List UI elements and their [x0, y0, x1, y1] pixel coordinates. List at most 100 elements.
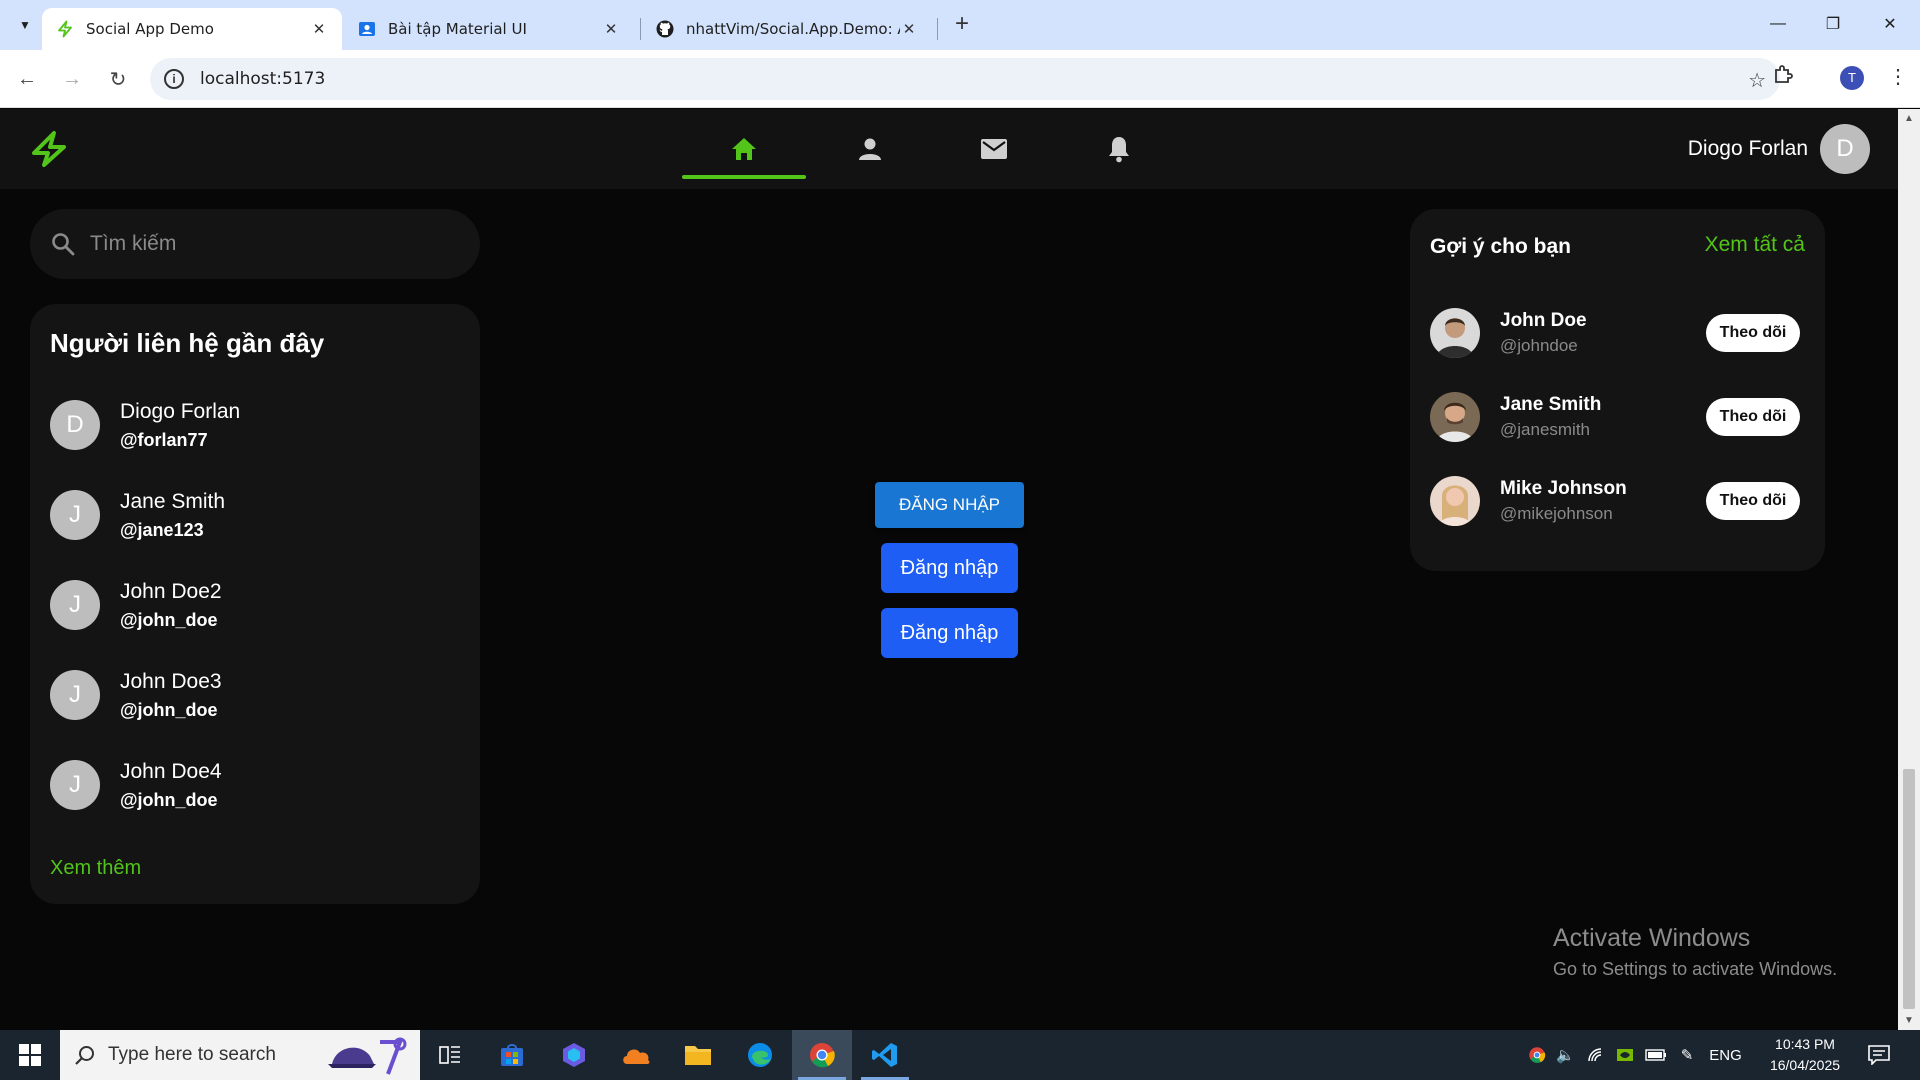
- suggestions-title: Gợi ý cho bạn: [1430, 235, 1571, 258]
- pen-icon[interactable]: ✎: [1681, 1046, 1694, 1064]
- follow-button[interactable]: Theo dõi: [1706, 314, 1800, 352]
- avatar[interactable]: [1430, 476, 1480, 526]
- taskbar-vscode[interactable]: [855, 1030, 915, 1080]
- avatar[interactable]: D: [1820, 124, 1870, 174]
- avatar[interactable]: [1430, 392, 1480, 442]
- taskbar-microsoft-store[interactable]: [482, 1030, 542, 1080]
- nvidia-icon[interactable]: [1616, 1049, 1633, 1061]
- nav-notifications[interactable]: [1057, 109, 1181, 189]
- tab-title: Social App Demo: [86, 20, 214, 38]
- taskbar-file-explorer[interactable]: [668, 1030, 728, 1080]
- login-button[interactable]: Đăng nhập: [881, 543, 1018, 593]
- tab-bai-tap-material-ui[interactable]: Bài tập Material UI ✕: [344, 8, 634, 50]
- browser-menu-icon[interactable]: ⋮: [1888, 64, 1908, 89]
- nav-profile[interactable]: [808, 109, 932, 189]
- contact-card-favicon-icon: [358, 20, 376, 38]
- contact-item[interactable]: J John Doe4 @john_doe: [50, 755, 222, 815]
- clock-date: 16/04/2025: [1769, 1057, 1841, 1073]
- language-indicator[interactable]: ENG: [1709, 1047, 1742, 1064]
- follow-button[interactable]: Theo dõi: [1706, 482, 1800, 520]
- contact-item[interactable]: J John Doe2 @john_doe: [50, 575, 222, 635]
- avatar[interactable]: [1430, 308, 1480, 358]
- system-tray: 🔈 ✎ ENG: [1528, 1030, 1742, 1080]
- new-tab-button[interactable]: +: [950, 12, 974, 36]
- mail-icon: [981, 139, 1007, 159]
- tab-search-button[interactable]: ▼: [12, 12, 38, 38]
- chrome-tray-icon[interactable]: [1528, 1046, 1546, 1064]
- taskbar-search-box[interactable]: Type here to search: [60, 1030, 420, 1080]
- taskbar-edge[interactable]: [730, 1030, 790, 1080]
- notification-chat-icon: [1868, 1045, 1890, 1065]
- windows-logo-icon: [19, 1044, 41, 1066]
- contact-item[interactable]: J John Doe3 @john_doe: [50, 665, 222, 725]
- watermark-subtitle: Go to Settings to activate Windows.: [1553, 959, 1838, 979]
- close-window-icon[interactable]: ✕: [1870, 10, 1910, 38]
- avatar: J: [50, 760, 100, 810]
- contact-handle: @john_doe: [120, 609, 218, 630]
- address-bar[interactable]: i localhost:5173 ☆: [150, 58, 1780, 100]
- close-tab-icon[interactable]: ✕: [310, 20, 328, 38]
- taskbar-search-input[interactable]: Type here to search: [108, 1044, 276, 1066]
- taskbar-clock[interactable]: 10:43 PM 16/04/2025: [1765, 1034, 1845, 1076]
- avatar: J: [50, 490, 100, 540]
- site-info-icon[interactable]: i: [164, 69, 184, 89]
- copilot-icon: [563, 1043, 585, 1067]
- contact-name: John Doe3: [120, 669, 222, 693]
- scroll-down-arrow-icon[interactable]: ▼: [1904, 1015, 1914, 1026]
- address-url[interactable]: localhost:5173: [200, 69, 325, 89]
- microsoft-store-icon: [501, 1044, 523, 1066]
- scrollbar-thumb[interactable]: [1903, 769, 1915, 1009]
- contact-item[interactable]: J Jane Smith @jane123: [50, 485, 225, 545]
- suggestion-item: John Doe @johndoe Theo dõi: [1430, 306, 1800, 360]
- see-more-link[interactable]: Xem thêm: [50, 857, 141, 880]
- profile-avatar[interactable]: T: [1840, 66, 1864, 90]
- app-logo-icon[interactable]: [28, 129, 70, 174]
- bookmark-star-icon[interactable]: ☆: [1748, 68, 1766, 93]
- suggestion-item: Jane Smith @janesmith Theo dõi: [1430, 390, 1800, 444]
- login-button-contained[interactable]: ĐĂNG NHẬP: [875, 482, 1024, 528]
- suggestion-handle: @mikejohnson: [1500, 504, 1613, 523]
- extensions-puzzle-icon[interactable]: [1772, 64, 1794, 92]
- page-scrollbar[interactable]: ▲ ▼: [1898, 109, 1920, 1030]
- search-icon: [52, 233, 75, 256]
- taskbar-chrome[interactable]: [792, 1030, 852, 1080]
- back-arrow-icon[interactable]: ←: [12, 64, 42, 94]
- chrome-browser-icon: [810, 1043, 835, 1068]
- search-box[interactable]: Tìm kiếm: [30, 209, 480, 279]
- notification-center-button[interactable]: [1854, 1030, 1904, 1080]
- see-all-link[interactable]: Xem tất cả: [1705, 233, 1805, 257]
- tab-separator: [640, 18, 641, 40]
- minimize-window-icon[interactable]: —: [1758, 10, 1798, 38]
- contact-item[interactable]: D Diogo Forlan @forlan77: [50, 395, 240, 455]
- scroll-up-arrow-icon[interactable]: ▲: [1904, 113, 1914, 124]
- forward-arrow-icon[interactable]: →: [57, 64, 87, 94]
- search-input[interactable]: Tìm kiếm: [90, 232, 176, 256]
- close-tab-icon[interactable]: ✕: [602, 20, 620, 38]
- network-icon[interactable]: [1587, 1047, 1605, 1063]
- contact-handle: @jane123: [120, 519, 204, 540]
- nav-messages[interactable]: [932, 109, 1056, 189]
- contact-name: John Doe4: [120, 759, 222, 783]
- follow-button[interactable]: Theo dõi: [1706, 398, 1800, 436]
- task-view-button[interactable]: [420, 1030, 480, 1080]
- contact-name: Diogo Forlan: [120, 399, 241, 423]
- folder-icon: [685, 1046, 711, 1065]
- browser-tab-strip: ▼ Social App Demo ✕ Bài tập Material UI …: [0, 0, 1920, 50]
- battery-icon[interactable]: [1644, 1049, 1667, 1061]
- taskbar-copilot[interactable]: [544, 1030, 604, 1080]
- tab-social-app-demo[interactable]: Social App Demo ✕: [42, 8, 342, 50]
- bell-icon: [1109, 137, 1129, 163]
- taskbar-cloud-app[interactable]: [606, 1030, 666, 1080]
- current-user[interactable]: Diogo Forlan D: [1688, 124, 1870, 174]
- volume-icon[interactable]: 🔈: [1556, 1046, 1575, 1064]
- contact-handle: @forlan77: [120, 429, 208, 450]
- reload-icon[interactable]: ↻: [103, 64, 133, 94]
- tab-github-repo[interactable]: nhattVim/Social.App.Demo: A s ✕: [642, 8, 932, 50]
- login-button[interactable]: Đăng nhập: [881, 608, 1018, 658]
- restore-window-icon[interactable]: ❐: [1813, 10, 1853, 38]
- nav-home[interactable]: [682, 109, 806, 189]
- start-button[interactable]: [0, 1030, 60, 1080]
- close-tab-icon[interactable]: ✕: [900, 20, 918, 38]
- windows-activation-watermark: Activate Windows Go to Settings to activ…: [1553, 924, 1837, 980]
- contact-name: John Doe2: [120, 579, 222, 603]
